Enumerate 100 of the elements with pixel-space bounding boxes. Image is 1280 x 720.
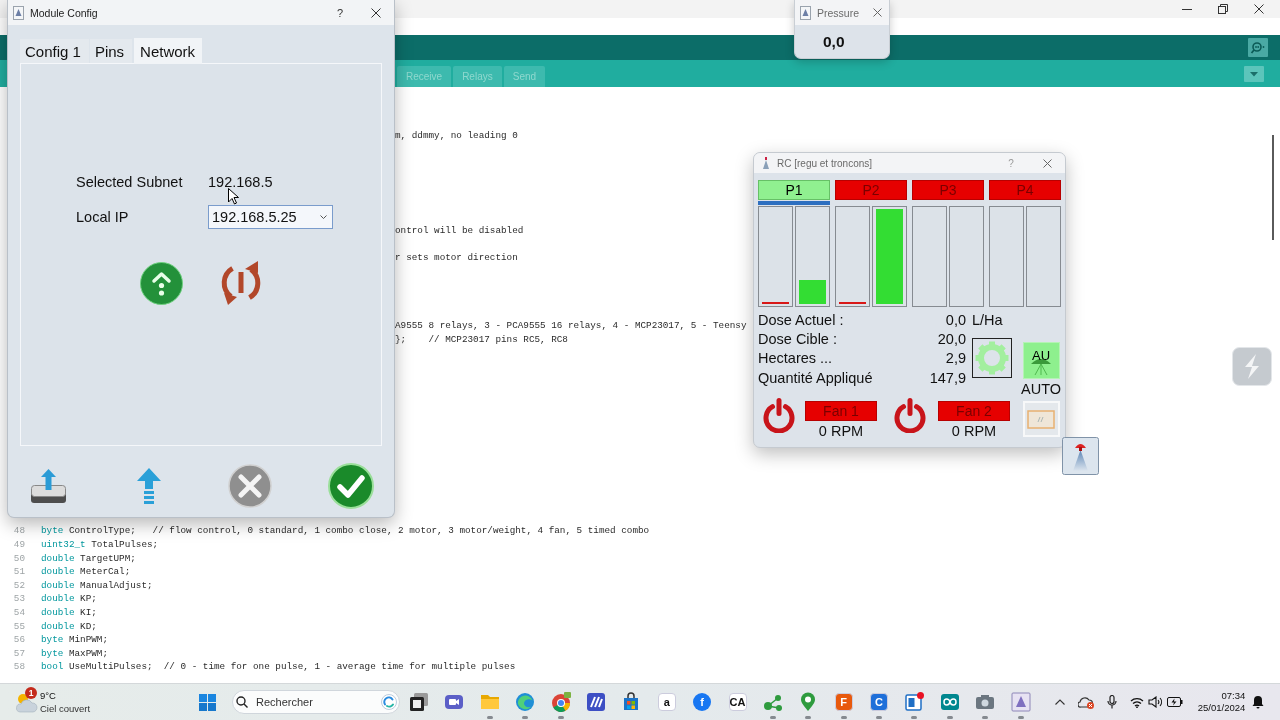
help-button[interactable]: ? (335, 6, 345, 19)
help-button[interactable]: ? (1007, 157, 1015, 169)
line-number: 55 (13, 619, 25, 634)
close-icon[interactable] (873, 8, 882, 17)
reading-value: 20,0 (937, 330, 966, 347)
sprayer-icon[interactable] (1062, 437, 1099, 475)
running-indicator (982, 715, 989, 719)
code-line: byte MinPWM; (41, 633, 108, 647)
battery-icon[interactable] (1167, 697, 1184, 707)
code-line: double MeterCal; (41, 565, 131, 579)
running-indicator (911, 715, 918, 719)
running-indicator (557, 715, 564, 719)
cursor-icon (228, 188, 239, 205)
taskbar-button[interactable]: a (649, 684, 685, 720)
folder-icon (479, 692, 500, 712)
power-icon[interactable] (893, 397, 927, 434)
line-number: 54 (13, 606, 25, 620)
chevron-down-icon (320, 215, 327, 219)
line-number: 57 (13, 646, 25, 661)
close-icon[interactable] (1043, 158, 1052, 168)
cancel-icon[interactable] (228, 464, 272, 508)
code-line: byte MaxPWM; (41, 646, 108, 661)
code-line: double KD; (41, 619, 97, 634)
product-button[interactable]: P1 (758, 180, 830, 200)
chevron-up-icon[interactable] (1055, 699, 1066, 705)
app-logo: F (834, 693, 853, 711)
weather-icon[interactable] (14, 691, 38, 713)
close-icon[interactable] (371, 7, 381, 18)
temperature: 9°C (40, 689, 56, 702)
camera-icon (975, 692, 996, 712)
code-line: r sets motor direction (395, 251, 518, 265)
taskbar-button[interactable]: CA (719, 684, 756, 720)
app-icon (800, 5, 812, 20)
ip-dropdown[interactable]: 192.168.5.25 (208, 205, 333, 229)
running-indicator (840, 715, 847, 719)
field-label: Selected Subnet (76, 174, 183, 190)
app-logo: f (693, 693, 712, 711)
arrow-up-circle-icon[interactable] (140, 261, 183, 305)
serial-monitor-icon[interactable] (1248, 38, 1268, 57)
field-label: Local IP (76, 209, 129, 225)
start-icon[interactable] (198, 693, 216, 711)
reading-value: 147,9 (929, 369, 966, 386)
clock-time[interactable]: 07:34 (1221, 690, 1246, 702)
tab[interactable]: Pins (89, 39, 133, 63)
reading-value: 0,0 (945, 311, 966, 328)
close-icon[interactable] (1254, 4, 1264, 14)
running-indicator (946, 715, 953, 719)
speaker-icon[interactable] (1148, 696, 1163, 708)
unit-label: L/Ha (971, 311, 1003, 328)
app-logo: C (870, 693, 889, 711)
nodes-icon (762, 692, 783, 712)
code-line: ontrol will be disabled (395, 224, 524, 238)
running-indicator (486, 715, 493, 719)
dropdown-icon[interactable] (1244, 65, 1264, 82)
taskbar-button[interactable]: C (861, 684, 897, 720)
line-number: 48 (13, 524, 25, 539)
screen-icon (1027, 409, 1055, 429)
tab[interactable]: Network (134, 38, 203, 64)
reading-label: Dose Cible : (758, 330, 837, 347)
code-line: m, ddmmy, no leading 0 (395, 129, 518, 143)
tab[interactable]: Config 1 (20, 39, 89, 63)
swirl-icon[interactable] (381, 694, 397, 710)
sprayer-icon (1031, 359, 1051, 375)
search-field[interactable]: Rechercher (232, 690, 400, 714)
swirl-icon (515, 692, 536, 712)
code-line: bool UseMultiPulses; // 0 - time for one pulse, 1 - average time for multiple pulses (41, 660, 516, 674)
restore-icon[interactable] (1218, 4, 1228, 14)
window-icon (409, 692, 429, 712)
notification-badge: 1 (25, 687, 37, 699)
line-number: 56 (13, 633, 25, 647)
running-indicator (805, 715, 812, 719)
app-logo: a (657, 693, 676, 711)
reading-label: Dose Actuel : (758, 311, 844, 328)
minimize-icon[interactable] (1182, 8, 1192, 10)
drive-upload-icon[interactable] (30, 468, 67, 504)
scrollbar-thumb[interactable] (1272, 135, 1274, 240)
check-icon[interactable] (328, 463, 374, 509)
video-icon (444, 692, 465, 712)
code-line: double ManualAdjust; (41, 578, 153, 593)
notes-icon (904, 692, 925, 712)
code-line: double KP; (41, 592, 97, 607)
clock-date[interactable]: 25/01/2024 (1197, 702, 1246, 714)
color-wheel-icon (550, 692, 571, 712)
auto-button[interactable]: AU (1022, 342, 1060, 379)
wifi-icon[interactable] (1130, 696, 1145, 708)
search-icon (236, 696, 248, 708)
line-number: 51 (13, 565, 25, 579)
nozzle-icon (763, 157, 769, 169)
taskbar-button[interactable]: f (684, 684, 720, 720)
stripes-icon (585, 692, 606, 712)
settings-icon[interactable] (972, 338, 1012, 379)
pressure-value: 0,0 (823, 32, 845, 51)
bell-icon[interactable] (1252, 695, 1265, 709)
reading-value: 2,9 (945, 350, 966, 367)
cloud-error-icon[interactable] (1078, 695, 1095, 709)
code-line: double KI; (41, 606, 97, 620)
taskbar-button[interactable]: F (826, 684, 862, 720)
app-logo: CA (728, 693, 747, 711)
power-icon[interactable] (762, 397, 796, 434)
microphone-icon[interactable] (1107, 695, 1118, 709)
